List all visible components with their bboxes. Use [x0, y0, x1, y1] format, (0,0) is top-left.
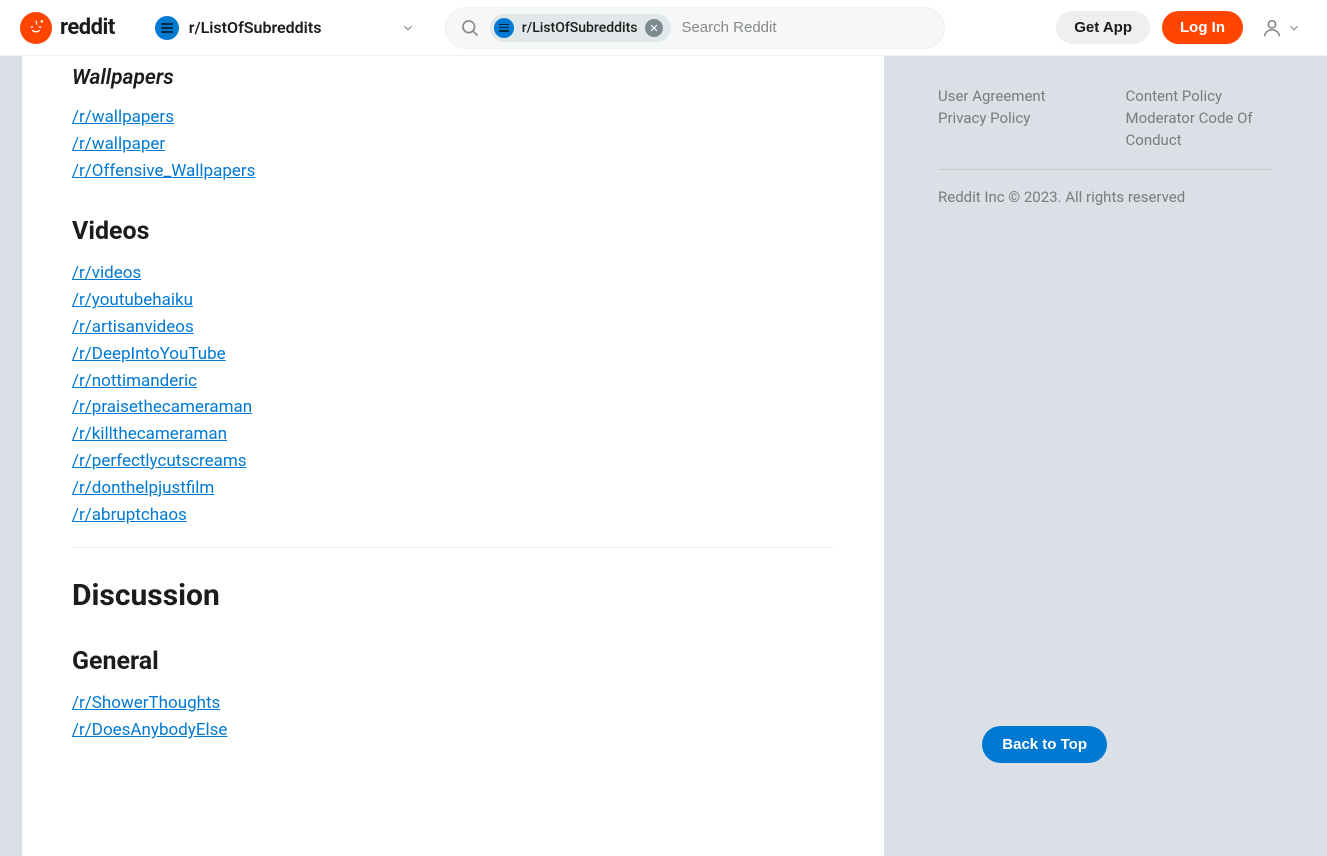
post-content: Wallpapers/r/wallpapers/r/wallpaper/r/Of…: [22, 56, 884, 856]
footer-col-2: Content Policy Moderator Code Of Conduct: [1126, 86, 1274, 151]
back-to-top-button[interactable]: Back to Top: [982, 726, 1107, 763]
section-heading: Wallpapers: [72, 66, 834, 90]
search-bar[interactable]: r/ListOfSubreddits: [445, 7, 945, 49]
subreddit-link[interactable]: /r/abruptchaos: [72, 505, 187, 525]
close-icon: [649, 23, 659, 33]
subreddit-link[interactable]: /r/DeepIntoYouTube: [72, 344, 226, 364]
footer-link-content-policy[interactable]: Content Policy: [1126, 86, 1274, 108]
search-pill-text: r/ListOfSubreddits: [522, 20, 638, 36]
subreddit-icon: [494, 18, 514, 38]
subreddit-link[interactable]: /r/Offensive_Wallpapers: [72, 161, 255, 181]
sidebar: User Agreement Privacy Policy Content Po…: [908, 56, 1303, 856]
footer-links: User Agreement Privacy Policy Content Po…: [938, 86, 1273, 170]
subreddit-link[interactable]: /r/wallpapers: [72, 107, 174, 127]
user-menu[interactable]: [1255, 11, 1307, 45]
subreddit-icon: [155, 16, 179, 40]
header: reddit r/ListOfSubreddits r/ListOfSubred…: [0, 0, 1327, 56]
section-heading: General: [72, 647, 834, 676]
section-heading: Discussion: [72, 578, 834, 613]
footer-link-moderator-code[interactable]: Moderator Code Of Conduct: [1126, 108, 1274, 152]
subreddit-link[interactable]: /r/artisanvideos: [72, 317, 194, 337]
subreddit-link[interactable]: /r/DoesAnybodyElse: [72, 720, 227, 740]
link-list: /r/wallpapers/r/wallpaper/r/Offensive_Wa…: [72, 106, 834, 183]
subreddit-link[interactable]: /r/praisethecameraman: [72, 397, 252, 417]
header-actions: Get App Log In: [1056, 11, 1307, 45]
subreddit-link[interactable]: /r/perfectlycutscreams: [72, 451, 247, 471]
section-heading: Videos: [72, 217, 834, 246]
logo-text: reddit: [60, 15, 115, 40]
copyright-text: Reddit Inc © 2023. All rights reserved: [938, 188, 1273, 206]
subreddit-link[interactable]: /r/wallpaper: [72, 134, 165, 154]
search-container: r/ListOfSubreddits: [445, 7, 945, 49]
footer-link-privacy-policy[interactable]: Privacy Policy: [938, 108, 1086, 130]
user-icon: [1261, 17, 1283, 39]
search-icon: [460, 18, 480, 38]
get-app-button[interactable]: Get App: [1056, 11, 1150, 44]
reddit-logo-icon: [20, 12, 52, 44]
subreddit-link[interactable]: /r/nottimanderic: [72, 371, 197, 391]
subreddit-name: r/ListOfSubreddits: [189, 18, 322, 37]
subreddit-link[interactable]: /r/ShowerThoughts: [72, 693, 220, 713]
subreddit-link[interactable]: /r/youtubehaiku: [72, 290, 193, 310]
logo[interactable]: reddit: [20, 12, 115, 44]
subreddit-link[interactable]: /r/killthecameraman: [72, 424, 227, 444]
chevron-down-icon: [1287, 21, 1301, 35]
chevron-down-icon: [401, 21, 415, 35]
footer-col-1: User Agreement Privacy Policy: [938, 86, 1086, 151]
footer-link-user-agreement[interactable]: User Agreement: [938, 86, 1086, 108]
clear-scope-button[interactable]: [645, 19, 663, 37]
subreddit-selector[interactable]: r/ListOfSubreddits: [145, 10, 425, 46]
link-list: /r/ShowerThoughts/r/DoesAnybodyElse: [72, 692, 834, 743]
log-in-button[interactable]: Log In: [1162, 11, 1243, 44]
link-list: /r/videos/r/youtubehaiku/r/artisanvideos…: [72, 262, 834, 527]
separator: [72, 547, 834, 548]
search-scope-pill: r/ListOfSubreddits: [490, 14, 672, 42]
subreddit-link[interactable]: /r/donthelpjustfilm: [72, 478, 214, 498]
subreddit-link[interactable]: /r/videos: [72, 263, 141, 283]
search-input[interactable]: [681, 19, 929, 36]
